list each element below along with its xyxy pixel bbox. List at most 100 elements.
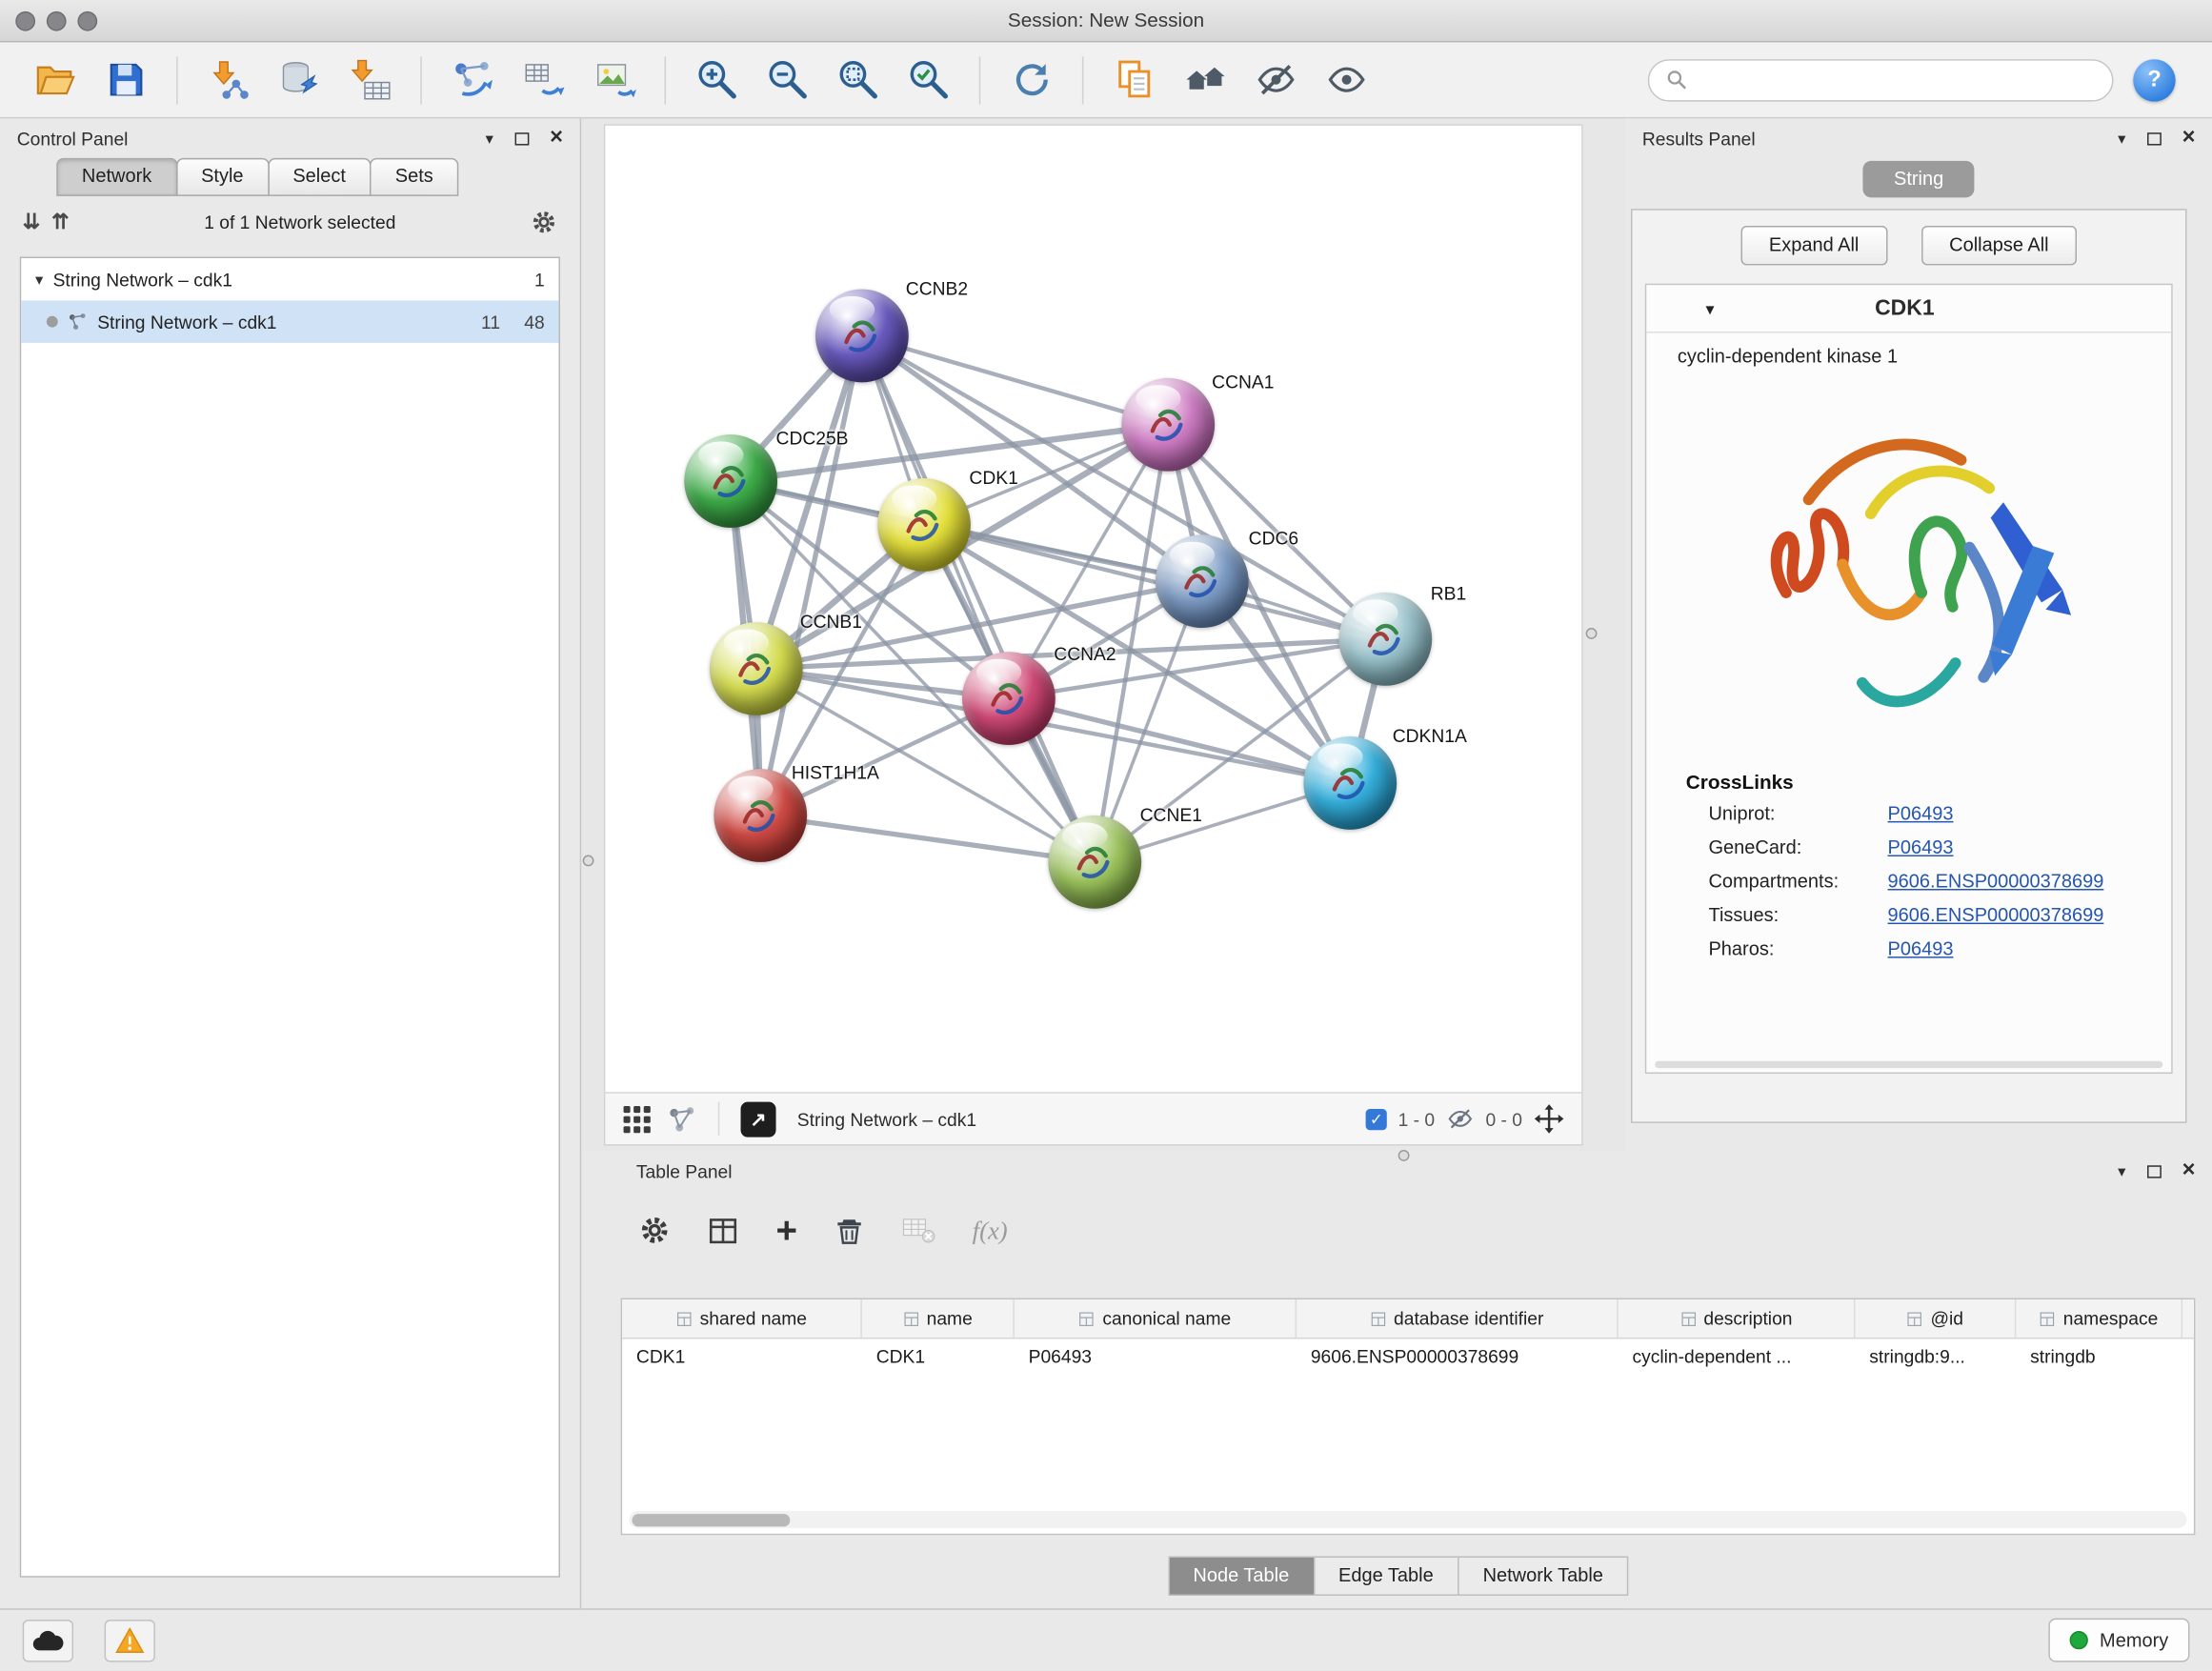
panel-collapse-icon[interactable]: ▾ bbox=[486, 130, 493, 148]
table-close-icon[interactable]: × bbox=[2182, 1164, 2196, 1178]
edge-HIST1H1A-CCNE1[interactable] bbox=[760, 815, 1095, 862]
tab-node-table[interactable]: Node Table bbox=[1168, 1557, 1315, 1596]
table-cell[interactable]: P06493 bbox=[1015, 1339, 1297, 1377]
crosslink-value-link[interactable]: 9606.ENSP00000378699 bbox=[1888, 870, 2104, 891]
node-CCNA2[interactable] bbox=[962, 652, 1056, 745]
table-cell[interactable]: stringdb:9... bbox=[1855, 1339, 2016, 1377]
results-hscrollbar[interactable] bbox=[1655, 1061, 2162, 1068]
results-float-icon[interactable] bbox=[2147, 131, 2162, 144]
network-collection-row[interactable]: ▾String Network – cdk11 bbox=[21, 258, 558, 300]
zoom-out-button[interactable] bbox=[754, 50, 819, 110]
crosslink-value-link[interactable]: P06493 bbox=[1888, 836, 1954, 856]
table-collapse-icon[interactable]: ▾ bbox=[2118, 1162, 2125, 1180]
search-box[interactable] bbox=[1648, 58, 2114, 100]
hide-selected-button[interactable] bbox=[1243, 50, 1308, 110]
section-caret-icon[interactable]: ▾ bbox=[1706, 298, 1715, 318]
grid-view-icon[interactable] bbox=[622, 1104, 652, 1134]
home-button[interactable] bbox=[1173, 50, 1237, 110]
zoom-fit-button[interactable] bbox=[825, 50, 890, 110]
table-hscrollbar[interactable] bbox=[630, 1511, 2187, 1528]
node-CDK1[interactable] bbox=[877, 478, 971, 572]
import-network-from-database-button[interactable] bbox=[267, 50, 332, 110]
save-session-button[interactable] bbox=[93, 50, 158, 110]
network-snapshot-button[interactable] bbox=[1102, 50, 1167, 110]
expand-all-button[interactable]: Expand All bbox=[1740, 226, 1887, 265]
table-cell[interactable]: cyclin-dependent ... bbox=[1619, 1339, 1856, 1377]
node-CCNE1[interactable] bbox=[1048, 815, 1141, 909]
results-close-icon[interactable]: × bbox=[2182, 131, 2196, 146]
help-button[interactable]: ? bbox=[2133, 58, 2175, 100]
edge-CCNB2-CCNA1[interactable] bbox=[862, 335, 1168, 424]
left-splitter-handle[interactable] bbox=[583, 855, 594, 866]
export-image-button[interactable] bbox=[581, 50, 646, 110]
crosslink-value-link[interactable]: P06493 bbox=[1888, 937, 1954, 958]
zoom-selected-button[interactable] bbox=[895, 50, 960, 110]
selected-nodes-checkbox-icon[interactable]: ✓ bbox=[1366, 1108, 1387, 1129]
table-cell[interactable]: CDK1 bbox=[862, 1339, 1015, 1377]
gene-section-header[interactable]: ▾ CDK1 bbox=[1646, 285, 2171, 332]
cloud-status-button[interactable] bbox=[23, 1620, 73, 1661]
node-CCNA1[interactable] bbox=[1121, 378, 1215, 472]
network-view[interactable]: CCNB2CCNA1CDC25BCDK1CDC6RB1CCNB1CCNA2CDK… bbox=[604, 124, 1583, 1093]
table-float-icon[interactable] bbox=[2147, 1165, 2162, 1178]
table-cell[interactable]: 9606.ENSP00000378699 bbox=[1297, 1339, 1619, 1377]
refresh-view-button[interactable] bbox=[999, 50, 1064, 110]
tab-style[interactable]: Style bbox=[175, 158, 269, 196]
right-splitter-handle[interactable] bbox=[1586, 628, 1598, 639]
import-network-from-file-button[interactable] bbox=[196, 50, 261, 110]
zoom-in-button[interactable] bbox=[684, 50, 749, 110]
table-settings-gear-icon[interactable] bbox=[639, 1215, 671, 1246]
crosslink-value-link[interactable]: P06493 bbox=[1888, 802, 1954, 823]
panel-close-icon[interactable]: × bbox=[550, 131, 563, 146]
select-columns-icon[interactable] bbox=[707, 1214, 739, 1246]
tab-edge-table[interactable]: Edge Table bbox=[1313, 1557, 1458, 1596]
column-header-shared-name[interactable]: shared name bbox=[622, 1299, 862, 1338]
open-file-button[interactable] bbox=[23, 50, 88, 110]
memory-button[interactable]: Memory bbox=[2049, 1619, 2190, 1662]
collapse-all-button[interactable]: Collapse All bbox=[1921, 226, 2078, 265]
import-table-from-file-button[interactable] bbox=[337, 50, 402, 110]
column-header-name[interactable]: name bbox=[862, 1299, 1015, 1338]
tab-network[interactable]: Network bbox=[56, 158, 177, 196]
panel-float-icon[interactable] bbox=[514, 131, 529, 144]
bottom-splitter-handle[interactable] bbox=[1398, 1150, 1410, 1161]
table-row[interactable]: CDK1CDK1P064939606.ENSP00000378699cyclin… bbox=[622, 1339, 2194, 1377]
edge-CCNB2-HIST1H1A[interactable] bbox=[760, 335, 862, 815]
edge-CCNB2-CCNE1[interactable] bbox=[862, 335, 1095, 861]
node-CCNB1[interactable] bbox=[710, 622, 803, 715]
node-CCNB2[interactable] bbox=[815, 290, 909, 383]
results-collapse-icon[interactable]: ▾ bbox=[2118, 130, 2125, 148]
add-column-icon[interactable]: + bbox=[776, 1217, 797, 1245]
network-options-gear-icon[interactable] bbox=[531, 208, 557, 234]
tree-caret-icon[interactable]: ▾ bbox=[35, 271, 43, 289]
pan-crosshair-icon[interactable] bbox=[1534, 1103, 1565, 1135]
column-header--id[interactable]: @id bbox=[1855, 1299, 2016, 1338]
node-CDC6[interactable] bbox=[1156, 534, 1249, 628]
open-in-new-window-icon[interactable]: ↗ bbox=[741, 1101, 776, 1137]
node-CDC25B[interactable] bbox=[684, 434, 777, 528]
column-header-namespace[interactable]: namespace bbox=[2016, 1299, 2182, 1338]
export-table-button[interactable] bbox=[511, 50, 575, 110]
tab-string[interactable]: String bbox=[1862, 161, 1974, 198]
collapse-all-networks-icon[interactable]: ⇈ bbox=[51, 209, 70, 234]
warnings-button[interactable] bbox=[105, 1620, 155, 1661]
crosslink-value-link[interactable]: 9606.ENSP00000378699 bbox=[1888, 904, 2104, 925]
column-header-description[interactable]: description bbox=[1619, 1299, 1856, 1338]
show-all-button[interactable] bbox=[1314, 50, 1378, 110]
delete-column-trash-icon[interactable] bbox=[835, 1215, 866, 1246]
tab-sets[interactable]: Sets bbox=[370, 158, 458, 196]
network-row[interactable]: String Network – cdk11148 bbox=[21, 300, 558, 342]
node-CDKN1A[interactable] bbox=[1303, 736, 1397, 830]
column-header-database-identifier[interactable]: database identifier bbox=[1297, 1299, 1619, 1338]
tab-select[interactable]: Select bbox=[268, 158, 372, 196]
new-network-button[interactable] bbox=[440, 50, 505, 110]
node-RB1[interactable] bbox=[1338, 593, 1432, 686]
table-cell[interactable]: CDK1 bbox=[622, 1339, 862, 1377]
expand-all-networks-icon[interactable]: ⇊ bbox=[23, 209, 41, 234]
network-overview-icon[interactable] bbox=[668, 1104, 697, 1134]
column-header-canonical-name[interactable]: canonical name bbox=[1015, 1299, 1297, 1338]
table-hscrollbar-thumb[interactable] bbox=[632, 1513, 790, 1525]
table-cell[interactable]: stringdb bbox=[2016, 1339, 2182, 1377]
tab-network-table[interactable]: Network Table bbox=[1458, 1557, 1629, 1596]
search-input[interactable] bbox=[1698, 70, 2096, 91]
